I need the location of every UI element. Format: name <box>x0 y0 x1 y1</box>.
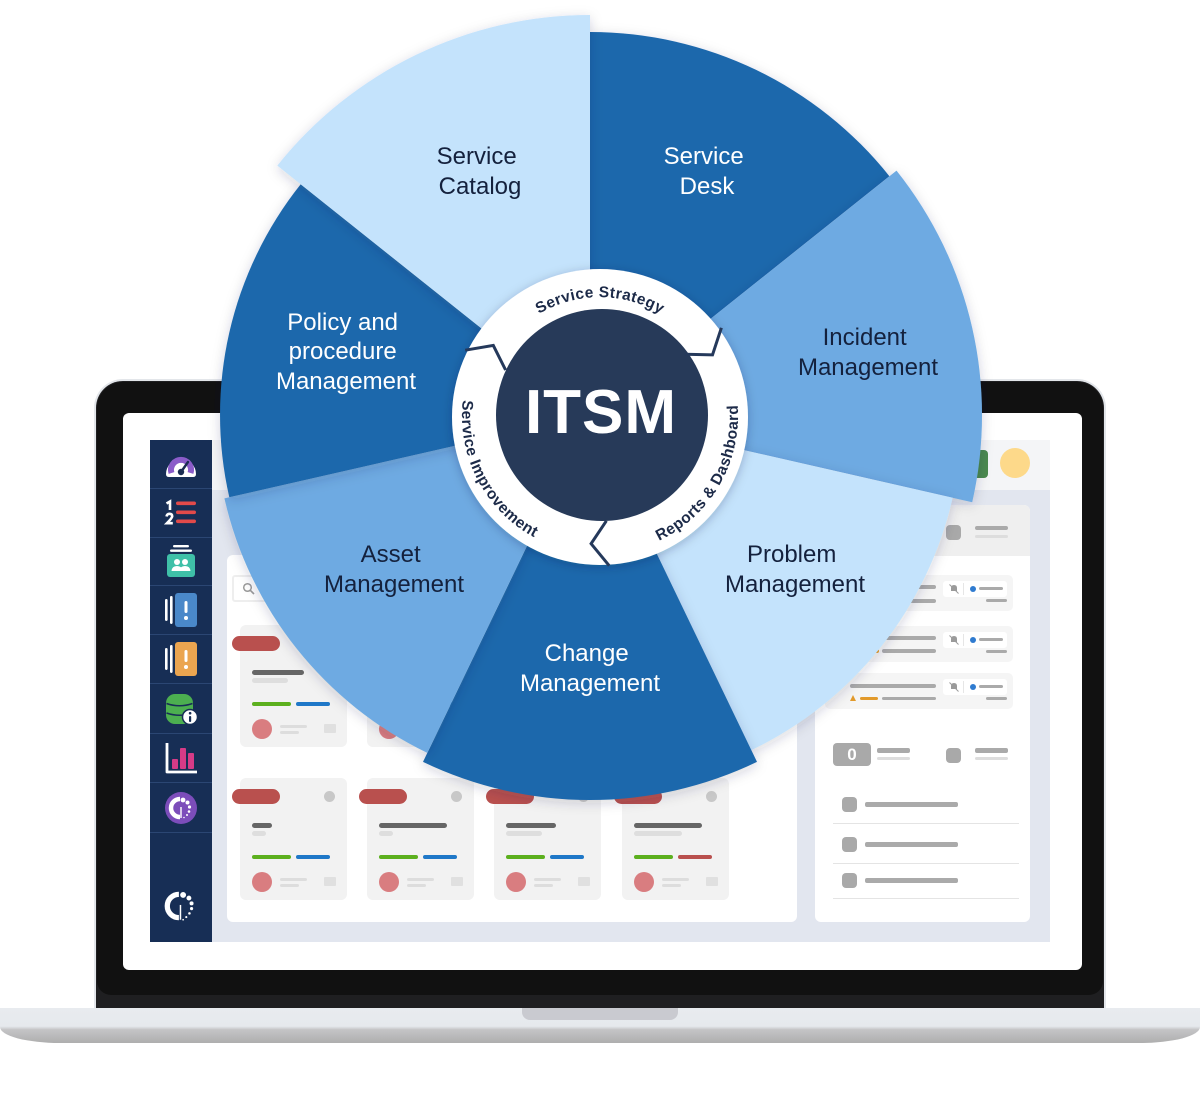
lifecycle-ring: Service Strategy Reports & Dashboard Ser… <box>452 269 748 567</box>
label-policy-and-procedure-management: Policy and procedure Management <box>276 309 416 395</box>
itsm-wheel: Service Desk Incident Management Problem… <box>220 15 983 801</box>
itsm-center-label: ITSM <box>525 378 677 447</box>
